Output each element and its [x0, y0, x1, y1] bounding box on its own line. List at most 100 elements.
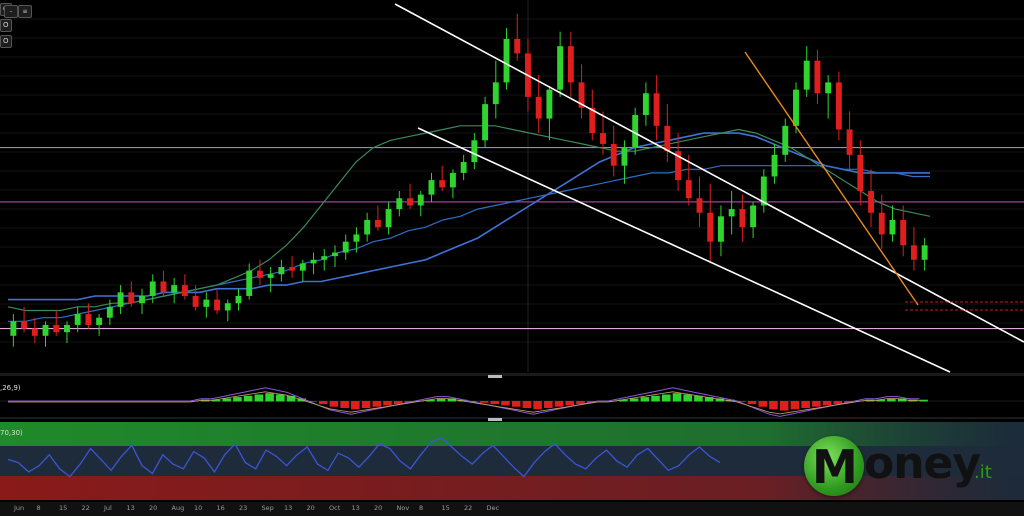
- candle-body: [696, 198, 703, 213]
- macd-bar: [276, 394, 285, 402]
- candle-body: [782, 125, 789, 155]
- macd-bar: [554, 401, 564, 407]
- macd-bar: [812, 401, 821, 407]
- macd-bar: [501, 401, 510, 406]
- candle-body: [621, 147, 628, 166]
- candle-body: [428, 180, 435, 195]
- macd-bar: [661, 394, 671, 402]
- candle-body: [171, 285, 178, 293]
- candle-body: [42, 324, 49, 336]
- macd-bar: [318, 401, 328, 405]
- x-tick-label: 15: [59, 504, 68, 512]
- candle-body: [728, 209, 735, 217]
- trendline-orange: [744, 51, 919, 306]
- candle-body: [214, 299, 221, 311]
- logo-badge: M: [804, 436, 864, 496]
- macd-bar: [629, 398, 639, 402]
- macd-bar: [511, 401, 521, 407]
- macd-bar: [769, 401, 778, 410]
- resize-handle: [488, 375, 502, 378]
- candle-body: [353, 234, 360, 242]
- x-tick-label: 13: [351, 504, 360, 512]
- minus-icon[interactable]: –: [4, 5, 18, 18]
- macd-bar: [490, 401, 500, 405]
- x-tick-label: Jul: [104, 504, 112, 512]
- candle-body: [246, 270, 253, 296]
- macd-bar: [683, 394, 692, 402]
- candle-body: [471, 140, 478, 163]
- candle-body: [803, 60, 810, 90]
- candle-body: [342, 241, 349, 253]
- candle-body: [106, 306, 113, 318]
- moving-average-line: [7, 125, 931, 312]
- candle-body: [31, 328, 38, 336]
- macd-bar: [758, 401, 768, 407]
- candle-body: [417, 194, 424, 206]
- candle-body: [750, 205, 757, 228]
- x-tick-label: 22: [81, 504, 90, 512]
- logo-word: oney: [864, 438, 981, 489]
- candle-body: [771, 154, 778, 177]
- candle-body: [482, 104, 489, 141]
- candle-body: [439, 180, 446, 188]
- indicator-tag-3[interactable]: O: [0, 35, 12, 48]
- candle-body: [546, 89, 553, 119]
- trendline-lower: [417, 127, 951, 373]
- candle-body: [364, 219, 371, 235]
- macd-bar: [672, 393, 682, 402]
- candle-body: [535, 96, 542, 119]
- x-tick-label: Dec: [486, 504, 500, 512]
- candle-body: [374, 219, 381, 228]
- candle-body: [139, 295, 145, 304]
- candle-body: [910, 245, 917, 260]
- candle-body: [332, 252, 338, 257]
- candle-body: [117, 292, 124, 307]
- x-tick-label: Oct: [329, 504, 341, 512]
- candle-body: [878, 212, 885, 235]
- x-tick-label: Jun: [14, 504, 25, 512]
- logo-tld: .it: [974, 462, 992, 483]
- indicator-tag-2[interactable]: O: [0, 19, 12, 32]
- macd-bar: [222, 398, 231, 402]
- candle-body: [793, 89, 799, 126]
- candle-body: [900, 219, 907, 246]
- macd-bar: [801, 401, 810, 408]
- x-tick-label: 8: [36, 504, 41, 512]
- candle-body: [739, 209, 746, 228]
- candle-body: [921, 245, 928, 260]
- candle-body: [664, 125, 671, 152]
- candle-body: [717, 216, 724, 242]
- macd-bar: [361, 401, 371, 408]
- candle-body: [846, 129, 853, 155]
- candle-body: [814, 60, 821, 94]
- candle-body: [74, 314, 81, 325]
- macd-bar: [265, 393, 274, 402]
- candle-body: [503, 38, 510, 83]
- candle-body: [10, 321, 17, 336]
- candle-body: [192, 295, 199, 307]
- x-tick-label: 20: [149, 504, 158, 512]
- macd-bar: [522, 401, 532, 408]
- macd-bar: [479, 401, 489, 403]
- candle-body: [160, 281, 167, 293]
- candle-body: [53, 324, 60, 333]
- candle-body: [85, 314, 92, 325]
- macd-label: ,26,9): [0, 384, 21, 392]
- list-icon[interactable]: ≡: [18, 5, 32, 18]
- macd-bar: [544, 401, 553, 408]
- candle-body: [128, 292, 135, 304]
- money-logo: M oney .it: [800, 432, 1010, 502]
- macd-bar: [383, 401, 392, 406]
- candle-body: [203, 299, 210, 307]
- x-tick-label: Sep: [261, 504, 274, 512]
- candle-body: [567, 46, 574, 83]
- candle-body: [825, 82, 832, 94]
- candle-body: [396, 198, 403, 210]
- candle-body: [299, 263, 306, 271]
- candle-body: [64, 324, 70, 333]
- panel-separator: [0, 417, 1024, 419]
- macd-bar: [790, 401, 800, 410]
- x-tick-label: 15: [441, 504, 450, 512]
- candle-body: [653, 93, 660, 126]
- macd-bar: [640, 397, 650, 402]
